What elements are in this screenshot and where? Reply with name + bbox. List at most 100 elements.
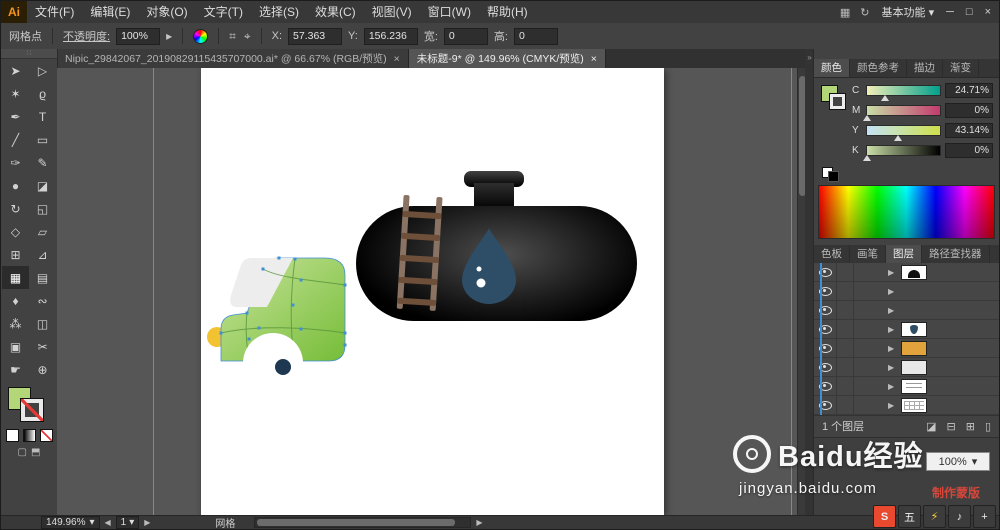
lock-cell[interactable] [837, 339, 854, 357]
visibility-toggle[interactable] [814, 320, 837, 338]
new-layer-icon[interactable]: ⊞ [966, 420, 975, 433]
menubar-item-2[interactable]: 对象(O) [138, 1, 195, 23]
color-panel-tab-0[interactable]: 颜色 [814, 59, 850, 77]
make-mask-button[interactable]: 制作蒙版 [932, 484, 980, 501]
zoom-level-dropdown[interactable]: 149.96% ▾ [41, 516, 100, 529]
dock-panel-tab-2[interactable]: 图层 [886, 245, 922, 263]
color-spectrum-bar[interactable] [818, 185, 995, 239]
dock-panel-tab-1[interactable]: 画笔 [850, 245, 886, 263]
color-mode-button[interactable] [5, 429, 19, 442]
expand-chevron-icon[interactable]: ▶ [888, 344, 894, 353]
expand-chevron-icon[interactable]: ▶ [888, 325, 894, 334]
visibility-toggle[interactable] [814, 301, 837, 319]
zoom-tool[interactable]: ⊕ [29, 358, 56, 381]
menubar-item-4[interactable]: 选择(S) [251, 1, 307, 23]
line-segment-tool[interactable]: ╱ [2, 128, 29, 151]
expand-chevron-icon[interactable]: ▶ [888, 287, 894, 296]
black-swatch[interactable] [828, 171, 839, 182]
color-panel-tab-1[interactable]: 颜色参考 [850, 59, 907, 77]
free-transform-tool[interactable]: ▱ [29, 220, 56, 243]
c-value-field[interactable]: 24.71% [945, 82, 993, 98]
m-value-field[interactable]: 0% [945, 102, 993, 118]
width-tool[interactable]: ◇ [2, 220, 29, 243]
menubar-item-3[interactable]: 文字(T) [196, 1, 251, 23]
menubar-item-7[interactable]: 窗口(W) [420, 1, 479, 23]
artboard[interactable] [201, 68, 664, 515]
selection-tool[interactable]: ➤ [2, 59, 29, 82]
ime-lightning-icon[interactable]: ⚡ [923, 505, 946, 528]
minimize-button[interactable]: ─ [946, 6, 954, 18]
stroke-color-swatch[interactable] [21, 399, 43, 421]
make-clip-mask-icon[interactable]: ◪ [926, 420, 936, 433]
menubar-item-0[interactable]: 文件(F) [27, 1, 82, 23]
column-graph-tool[interactable]: ◫ [29, 312, 56, 335]
align-icon[interactable]: ⌗ [229, 29, 236, 44]
layer-row-3[interactable]: ▶ [814, 320, 999, 339]
next-artboard-button[interactable]: ▶ [144, 518, 150, 527]
tab-close-icon[interactable]: × [591, 53, 597, 65]
blob-brush-tool[interactable]: ● [2, 174, 29, 197]
paintbrush-tool[interactable]: ✑ [2, 151, 29, 174]
c-slider[interactable] [866, 84, 941, 101]
none-mode-button[interactable] [39, 429, 53, 442]
document-tab-1[interactable]: 未标题-9* @ 149.96% (CMYK/预览) × [408, 49, 606, 68]
arrange-documents-icon[interactable]: ▦ [840, 6, 850, 19]
y-field[interactable]: 156.236 [363, 27, 418, 45]
lasso-tool[interactable]: ϱ [29, 82, 56, 105]
perspective-grid-tool[interactable]: ⊿ [29, 243, 56, 266]
eraser-tool[interactable]: ◪ [29, 174, 56, 197]
slider-handle-icon[interactable] [863, 114, 871, 121]
menubar-item-6[interactable]: 视图(V) [364, 1, 420, 23]
direct-selection-tool[interactable]: ▷ [29, 59, 56, 82]
artboard-tool[interactable]: ▣ [2, 335, 29, 358]
new-sublayer-icon[interactable]: ⊟ [947, 420, 956, 433]
layer-row-0[interactable]: ▶ [814, 263, 999, 282]
expand-chevron-icon[interactable]: ▶ [888, 268, 894, 277]
symbol-sprayer-tool[interactable]: ⁂ [2, 312, 29, 335]
slider-handle-icon[interactable] [894, 134, 903, 141]
layer-row-6[interactable]: ▶ [814, 377, 999, 396]
menubar-item-5[interactable]: 效果(C) [307, 1, 364, 23]
layer-row-2[interactable]: ▶ [814, 301, 999, 320]
mesh-tool[interactable]: ▦ [2, 266, 29, 289]
scroll-right-arrow[interactable]: ▶ [476, 518, 482, 527]
ladder-shape[interactable] [393, 194, 447, 316]
eyedropper-tool[interactable]: ♦ [2, 289, 29, 312]
screen-mode-icon[interactable]: ⬒ [31, 447, 40, 458]
y-slider[interactable] [866, 124, 941, 141]
rotate-tool[interactable]: ↻ [2, 197, 29, 220]
panel-stroke-swatch[interactable] [830, 94, 845, 109]
k-value-field[interactable]: 0% [945, 142, 993, 158]
lock-cell[interactable] [837, 282, 854, 300]
expand-chevron-icon[interactable]: ▶ [888, 401, 894, 410]
gradient-tool[interactable]: ▤ [29, 266, 56, 289]
pencil-tool[interactable]: ✎ [29, 151, 56, 174]
lock-cell[interactable] [837, 377, 854, 395]
shape-builder-tool[interactable]: ⊞ [2, 243, 29, 266]
magic-wand-tool[interactable]: ✶ [2, 82, 29, 105]
k-slider[interactable] [863, 144, 941, 161]
visibility-toggle[interactable] [814, 377, 837, 395]
close-button[interactable]: × [985, 6, 991, 18]
menubar-item-1[interactable]: 编辑(E) [82, 1, 138, 23]
lock-cell[interactable] [837, 396, 854, 414]
expand-chevron-icon[interactable]: ▶ [888, 306, 894, 315]
horizontal-scrollbar[interactable] [254, 517, 472, 528]
visibility-toggle[interactable] [814, 339, 837, 357]
layer-row-4[interactable]: ▶ [814, 339, 999, 358]
panel-grip[interactable]: ∷ [1, 49, 57, 59]
m-slider[interactable] [863, 104, 941, 121]
x-field[interactable]: 57.363 [288, 27, 343, 45]
panel-fill-stroke-swatch[interactable] [821, 85, 849, 113]
opacity-field[interactable]: 100% [116, 27, 161, 45]
lock-cell[interactable] [837, 301, 854, 319]
visibility-toggle[interactable] [814, 358, 837, 376]
menubar-item-8[interactable]: 帮助(H) [479, 1, 536, 23]
lock-cell[interactable] [837, 320, 854, 338]
color-panel-tab-3[interactable]: 渐变 [943, 59, 979, 77]
layer-row-1[interactable]: ▶ [814, 282, 999, 301]
workspace-cycle-icon[interactable]: ↻ [860, 6, 869, 19]
visibility-toggle[interactable] [814, 263, 837, 281]
ime-sogou-icon[interactable]: S [873, 505, 896, 528]
canvas[interactable] [57, 68, 807, 518]
